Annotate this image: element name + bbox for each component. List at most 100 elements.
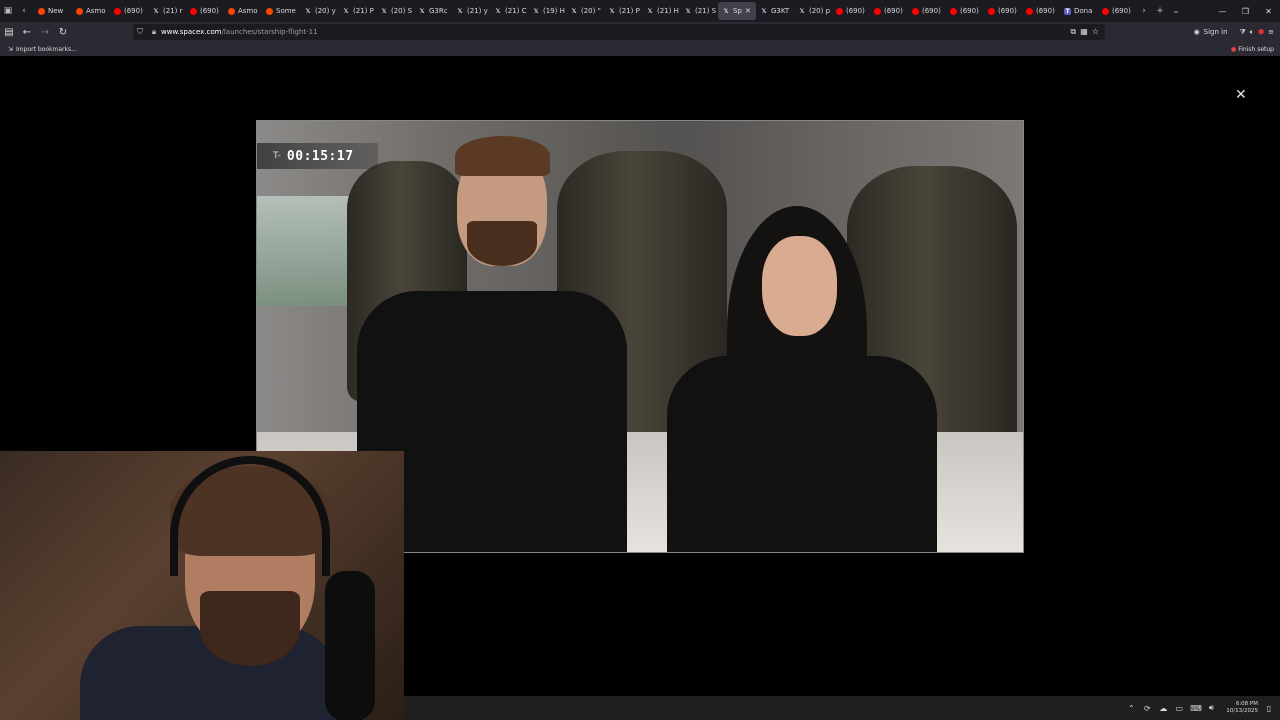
tab-label: (21) H — [657, 7, 679, 15]
scroll-tabs-right-icon[interactable]: › — [1136, 0, 1152, 22]
tab-list-icon[interactable]: ▣ — [0, 0, 16, 22]
speaker-icon[interactable]: 🔊︎ — [1206, 703, 1216, 713]
browser-tab[interactable]: 𝕏 (21) P — [604, 2, 642, 20]
x-icon: 𝕏 — [457, 7, 463, 15]
x-icon: 𝕏 — [723, 7, 729, 15]
sidebar-toggle-icon[interactable]: ▤ — [0, 22, 18, 42]
browser-tab[interactable]: Asmo — [72, 2, 110, 20]
tab-label: (690) — [200, 7, 219, 15]
cloud-icon[interactable]: ☁ — [1158, 704, 1168, 713]
lock-icon[interactable]: 🔒︎ — [147, 27, 161, 37]
tab-label: (20) p — [809, 7, 831, 15]
finish-setup-button[interactable]: ● Finish setup — [1231, 46, 1280, 53]
restore-icon[interactable]: ❐ — [1234, 0, 1257, 22]
host-female-head — [762, 236, 837, 336]
import-bookmarks-link[interactable]: Import bookmarks... — [16, 46, 77, 53]
youtube-icon — [190, 7, 197, 15]
close-video-icon[interactable]: ✕ — [1235, 87, 1247, 103]
scroll-tabs-left-icon[interactable]: ‹ — [16, 0, 32, 22]
menu-icon[interactable]: ≡ — [1268, 28, 1274, 36]
system-clock[interactable]: 6:08 PM 10/13/2025 — [1226, 701, 1258, 715]
close-tab-icon[interactable]: ✕ — [745, 7, 751, 15]
new-tab-icon[interactable]: + — [1152, 0, 1168, 22]
reload-icon[interactable]: ↻ — [54, 22, 72, 42]
monitor-icon[interactable]: ▭ — [1174, 704, 1184, 713]
browser-tab[interactable]: New — [34, 2, 72, 20]
reddit-icon — [266, 7, 273, 15]
timer-prefix: T- — [273, 151, 281, 161]
browser-tab[interactable]: 𝕏 (21) y — [452, 2, 490, 20]
browser-tab[interactable]: (690) — [946, 2, 984, 20]
browser-tab[interactable]: 𝕏 (20) y — [300, 2, 338, 20]
tray-overflow-icon[interactable]: ⌃ — [1126, 704, 1136, 713]
reader-view-icon[interactable]: ▦ — [1080, 27, 1088, 37]
tab-label: (21) P — [353, 7, 374, 15]
browser-tab[interactable]: 𝕏 (20) " — [566, 2, 604, 20]
tab-label: (21) y — [467, 7, 488, 15]
browser-tab[interactable]: 𝕏 (21) r — [148, 2, 186, 20]
youtube-icon — [874, 7, 881, 15]
clock-date: 10/13/2025 — [1226, 708, 1258, 714]
reddit-icon — [228, 7, 235, 15]
browser-tab[interactable]: (690) — [1022, 2, 1060, 20]
browser-tab[interactable]: (690) — [908, 2, 946, 20]
host-male-hair — [455, 136, 550, 176]
forward-icon[interactable]: → — [36, 22, 54, 42]
import-bookmarks-icon[interactable]: ⇲ — [8, 46, 13, 53]
browser-tab[interactable]: (690) — [870, 2, 908, 20]
tab-label: (19) H — [543, 7, 565, 15]
tab-label: (20) y — [315, 7, 336, 15]
browser-tab[interactable]: T Dona — [1060, 2, 1098, 20]
browser-tab[interactable]: 𝕏 (20) p — [794, 2, 832, 20]
shield-icon[interactable]: ⛉ — [133, 27, 147, 37]
close-window-icon[interactable]: ✕ — [1257, 0, 1280, 22]
browser-tab[interactable]: Asmo — [224, 2, 262, 20]
browser-tab[interactable]: 𝕏 (21) C — [490, 2, 528, 20]
tab-label: (20) " — [581, 7, 601, 15]
url-bar[interactable]: ⛉ 🔒︎ www.spacex.com/launches/starship-fl… — [133, 24, 1105, 40]
browser-tab[interactable]: 𝕏 (21) P — [338, 2, 376, 20]
youtube-icon — [836, 7, 843, 15]
sign-in-button[interactable]: Sign in — [1204, 28, 1228, 36]
account-icon[interactable]: ◉ — [1194, 28, 1200, 36]
browser-tab[interactable]: 𝕏 (21) H — [642, 2, 680, 20]
browser-tab[interactable]: 𝕏 (19) H — [528, 2, 566, 20]
tab-label: (20) S — [391, 7, 413, 15]
browser-tab[interactable]: (690) — [984, 2, 1022, 20]
sync-icon[interactable]: ⟳ — [1142, 704, 1152, 713]
streamer-beard — [200, 591, 300, 666]
volume-icon[interactable]: 🔈︎ — [1250, 28, 1254, 37]
tab-overflow-icon[interactable]: ⌄ — [1168, 0, 1184, 22]
browser-tab[interactable]: Some — [262, 2, 300, 20]
tab-label: Some — [276, 7, 296, 15]
tab-label: (21) P — [619, 7, 640, 15]
navigation-bar: ▤ ← → ↻ ⛉ 🔒︎ www.spacex.com/launches/sta… — [0, 22, 1280, 42]
host-male-beard — [467, 221, 537, 266]
tab-label: (690) — [884, 7, 903, 15]
browser-tab[interactable]: (690) — [1098, 2, 1136, 20]
x-icon: 𝕏 — [381, 7, 387, 15]
tab-label: G3KT — [771, 7, 790, 15]
tabs-container: New Asmo (690) 𝕏 (21) r (690) Asmo Some 𝕏 (20) y𝕏… — [34, 2, 1136, 20]
network-icon[interactable]: ⌨ — [1190, 704, 1202, 713]
browser-tab[interactable]: 𝕏 G3KT — [756, 2, 794, 20]
extensions-icon[interactable]: ⧩ — [1240, 28, 1246, 37]
firefox-icon: ● — [1231, 45, 1237, 53]
browser-tab[interactable]: (690) — [110, 2, 148, 20]
x-icon: 𝕏 — [647, 7, 653, 15]
tab-label: (21) C — [505, 7, 527, 15]
browser-tab[interactable]: 𝕏 (20) S — [376, 2, 414, 20]
notification-icon[interactable]: ▯ — [1264, 704, 1274, 713]
browser-tab[interactable]: 𝕏 Sp ✕ — [718, 2, 756, 20]
browser-tab[interactable]: (690) — [186, 2, 224, 20]
minimize-icon[interactable]: — — [1211, 0, 1234, 22]
host-female-body — [667, 356, 937, 552]
tab-label: (21) S — [695, 7, 717, 15]
picture-in-picture-icon[interactable]: ⧉ — [1071, 27, 1077, 37]
browser-tab[interactable]: (690) — [832, 2, 870, 20]
extension-red-icon[interactable]: ⬢ — [1258, 28, 1264, 36]
back-icon[interactable]: ← — [18, 22, 36, 42]
browser-tab[interactable]: 𝕏 (21) S — [680, 2, 718, 20]
browser-tab[interactable]: 𝕏 G3Rc — [414, 2, 452, 20]
bookmark-star-icon[interactable]: ☆ — [1092, 27, 1099, 37]
